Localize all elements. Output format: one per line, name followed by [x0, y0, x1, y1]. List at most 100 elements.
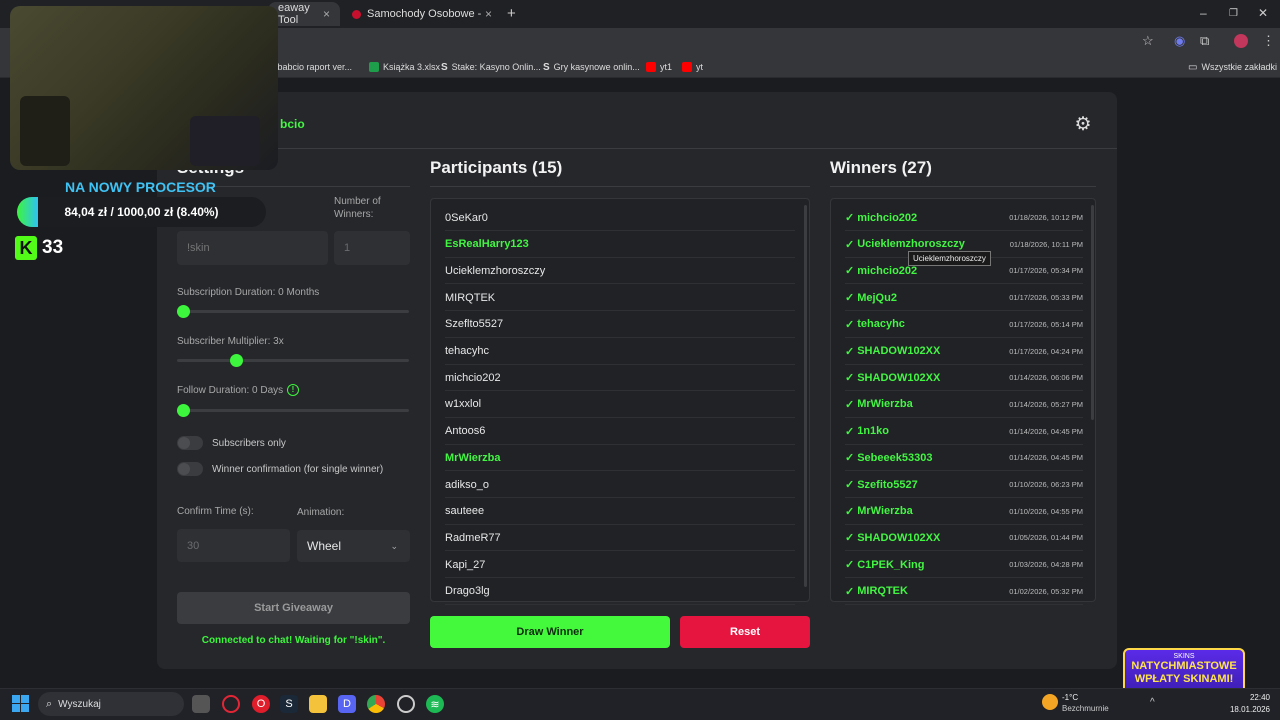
- profile-avatar[interactable]: [1234, 34, 1248, 48]
- tab-giveaway-tool[interactable]: eaway Tool ×: [268, 2, 340, 26]
- weather-temp: -1°C: [1062, 693, 1079, 702]
- bookmark-label: kebabcio raport ver...: [268, 62, 353, 72]
- promo-line1: NATYCHMIASTOWE: [1131, 660, 1237, 672]
- checkmark-icon: ✓: [845, 425, 855, 438]
- winners-scrollbar[interactable]: [1091, 205, 1094, 420]
- weather-desc: Bezchmurnie: [1062, 704, 1109, 713]
- animation-label: Animation:: [297, 507, 345, 518]
- bookmark-yt1[interactable]: yt1: [646, 59, 672, 75]
- extensions-puzzle-icon[interactable]: ⧉: [1200, 33, 1209, 49]
- winner-confirmation-toggle[interactable]: [177, 462, 203, 476]
- num-winners-input[interactable]: 1: [334, 231, 410, 265]
- participants-divider: [430, 186, 810, 187]
- sub-duration-label: Subscription Duration: 0 Months: [177, 287, 320, 298]
- participant-row: Szeflto5527: [445, 312, 795, 338]
- sub-duration-slider-handle[interactable]: [177, 305, 190, 318]
- winner-row: ✓ MIRQTEK 01/02/2026, 05:32 PM: [845, 579, 1083, 605]
- sub-multiplier-slider[interactable]: [177, 359, 409, 362]
- weather-icon: [1042, 694, 1058, 710]
- confirm-time-input[interactable]: 30: [177, 529, 290, 562]
- follow-duration-slider-handle[interactable]: [177, 404, 190, 417]
- follow-duration-label: Follow Duration: 0 Days: [177, 385, 284, 396]
- participant-row: EsRealHarry123: [445, 232, 795, 258]
- winner-confirmation-label: Winner confirmation (for single winner): [212, 464, 384, 475]
- opera-icon[interactable]: O: [252, 695, 270, 713]
- participant-row: MIRQTEK: [445, 285, 795, 312]
- participant-name: tehacyhc: [445, 345, 490, 357]
- all-bookmarks[interactable]: ▭ Wszystkie zakładki: [1188, 59, 1277, 75]
- keyword-input[interactable]: [177, 231, 328, 265]
- draw-winner-button[interactable]: Draw Winner: [430, 616, 670, 648]
- sub-multiplier-slider-handle[interactable]: [229, 354, 243, 367]
- chrome-icon[interactable]: [367, 695, 385, 713]
- winner-date: 01/14/2026, 04:45 PM: [1009, 453, 1083, 463]
- star-icon[interactable]: ☆: [1142, 33, 1154, 49]
- winner-row: ✓ MrWierzba 01/10/2026, 04:55 PM: [845, 499, 1083, 525]
- tray-chevron-icon[interactable]: ^: [1150, 697, 1155, 708]
- participant-name: Antoos6: [445, 425, 486, 438]
- discord-icon[interactable]: D: [338, 695, 356, 713]
- extension-icon[interactable]: ◉: [1174, 33, 1185, 49]
- participant-name: RadmeR77: [445, 531, 501, 544]
- winner-date: 01/17/2026, 05:33 PM: [1009, 293, 1083, 303]
- winner-row: ✓ Szefito5527 01/10/2026, 06:23 PM: [845, 472, 1083, 498]
- gear-icon[interactable]: ⚙: [1072, 114, 1094, 136]
- minimize-icon[interactable]: –: [1200, 6, 1207, 20]
- menu-icon[interactable]: ⋮: [1262, 33, 1275, 49]
- follow-duration-slider[interactable]: [177, 409, 409, 412]
- bookmark-stake[interactable]: S Stake: Kasyno Onlin...: [441, 59, 541, 75]
- taskbar-search-placeholder: Wyszukaj: [58, 698, 101, 710]
- steam-icon[interactable]: S: [280, 695, 298, 713]
- new-tab-button[interactable]: +: [507, 5, 516, 22]
- checkmark-icon: ✓: [845, 452, 855, 465]
- sub-duration-slider[interactable]: [177, 310, 409, 313]
- winner-date: 01/17/2026, 05:34 PM: [1009, 266, 1083, 276]
- tab-otomoto[interactable]: Samochody Osobowe - Otomo ×: [342, 2, 502, 26]
- windows-start-icon[interactable]: [12, 695, 29, 712]
- app-icon[interactable]: [397, 695, 415, 713]
- winner-row: ✓ MejQu2 01/17/2026, 05:33 PM: [845, 285, 1083, 312]
- winner-name: C1PEK_King: [857, 558, 925, 571]
- taskbar-search[interactable]: ⌕ Wyszukaj: [38, 692, 184, 716]
- participant-row: MrWierzba: [445, 445, 795, 472]
- file-explorer-icon[interactable]: [309, 695, 327, 713]
- bookmark-kebabcio[interactable]: kebabcio raport ver...: [268, 59, 352, 75]
- task-view-icon[interactable]: [192, 695, 210, 713]
- participants-scrollbar[interactable]: [804, 205, 807, 587]
- spotify-icon[interactable]: ≋: [426, 695, 444, 713]
- participant-row: Drago3lg: [445, 579, 795, 605]
- winner-name: SHADOW102XX: [857, 531, 941, 544]
- bookmark-yt[interactable]: yt: [682, 59, 703, 75]
- close-window-icon[interactable]: ✕: [1258, 6, 1268, 20]
- bookmark-ksiazka[interactable]: Książka 3.xlsx: [369, 59, 440, 75]
- goal-progress-text: 84,04 zł / 1000,00 zł (8.40%): [64, 205, 219, 219]
- checkmark-icon: ✓: [845, 345, 855, 358]
- bookmark-gry[interactable]: S Gry kasynowe onlin...: [543, 59, 640, 75]
- checkmark-icon: ✓: [845, 398, 855, 411]
- webcam-chair: [190, 116, 260, 166]
- participants-list: 0SeKar0 EsRealHarry123 Ucieklemzhoroszczy M…: [430, 198, 810, 605]
- youtube-icon: [682, 62, 692, 72]
- animation-select[interactable]: Wheel ⌄: [297, 530, 410, 562]
- tab-label: eaway Tool: [278, 2, 310, 26]
- winner-name: SHADOW102XX: [857, 371, 941, 384]
- winner-name: MrWierzba: [857, 398, 913, 411]
- winner-date: 01/02/2026, 05:32 PM: [1009, 586, 1083, 596]
- participant-name: Kapi_27: [445, 558, 486, 571]
- subscribers-only-label: Subscribers only: [212, 438, 286, 449]
- close-icon[interactable]: ×: [485, 7, 492, 21]
- winner-name: Sebeeek53303: [857, 451, 933, 464]
- close-icon[interactable]: ×: [323, 7, 330, 21]
- bookmark-label: Gry kasynowe onlin...: [553, 62, 640, 72]
- stake-icon: S: [441, 61, 448, 73]
- start-giveaway-button[interactable]: Start Giveaway: [177, 592, 410, 624]
- info-icon[interactable]: !: [287, 384, 299, 396]
- checkmark-icon: ✓: [845, 505, 855, 518]
- restore-icon[interactable]: ❐: [1229, 8, 1238, 19]
- reset-button[interactable]: Reset: [680, 616, 810, 648]
- stake-icon: S: [543, 61, 550, 73]
- opera-gx-icon[interactable]: [222, 695, 240, 713]
- winner-date: 01/18/2026, 10:11 PM: [1009, 239, 1083, 249]
- checkmark-icon: ✓: [845, 585, 855, 598]
- subscribers-only-toggle[interactable]: [177, 436, 203, 450]
